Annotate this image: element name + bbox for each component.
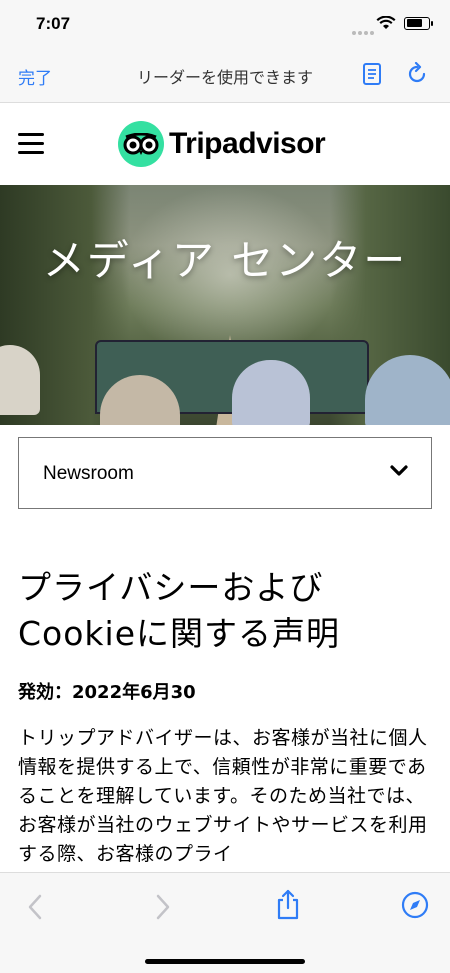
safari-top-bar: 完了 リーダーを使用できます	[0, 48, 450, 103]
article-body: トリップアドバイザーは、お客様が当社に個人情報を提供する上で、信頼性が非常に重要…	[18, 727, 428, 865]
page-title: プライバシーおよびCookieに関する声明	[18, 568, 341, 653]
tripadvisor-logo[interactable]: Tripadvisor	[118, 121, 326, 167]
logo-text: Tripadvisor	[169, 127, 326, 160]
reader-available-label: リーダーを使用できます	[136, 68, 313, 87]
reload-icon[interactable]	[405, 62, 429, 86]
bottom-toolbar	[0, 872, 450, 973]
status-bar: 7:07	[0, 0, 450, 48]
chevron-down-icon	[390, 465, 408, 476]
compass-icon[interactable]	[401, 891, 429, 919]
back-icon[interactable]	[26, 893, 44, 921]
status-time: 7:07	[36, 14, 71, 33]
site-header: Tripadvisor	[0, 103, 450, 185]
wifi-icon	[376, 16, 396, 29]
owl-icon	[118, 121, 164, 167]
battery-icon	[404, 16, 433, 30]
newsroom-dropdown[interactable]: Newsroom	[18, 437, 432, 509]
signal-dots-icon	[352, 20, 376, 39]
hero-banner: メディア センター	[0, 185, 450, 425]
home-indicator	[145, 959, 305, 964]
forward-icon[interactable]	[154, 893, 172, 921]
hamburger-menu-icon[interactable]	[18, 133, 44, 160]
share-icon[interactable]	[275, 889, 301, 921]
hero-title: メディア センター	[42, 236, 408, 285]
reader-icon[interactable]	[362, 62, 382, 86]
newsroom-selected-value: Newsroom	[43, 463, 134, 484]
effective-date: 発効：2022年6月30	[18, 682, 196, 703]
